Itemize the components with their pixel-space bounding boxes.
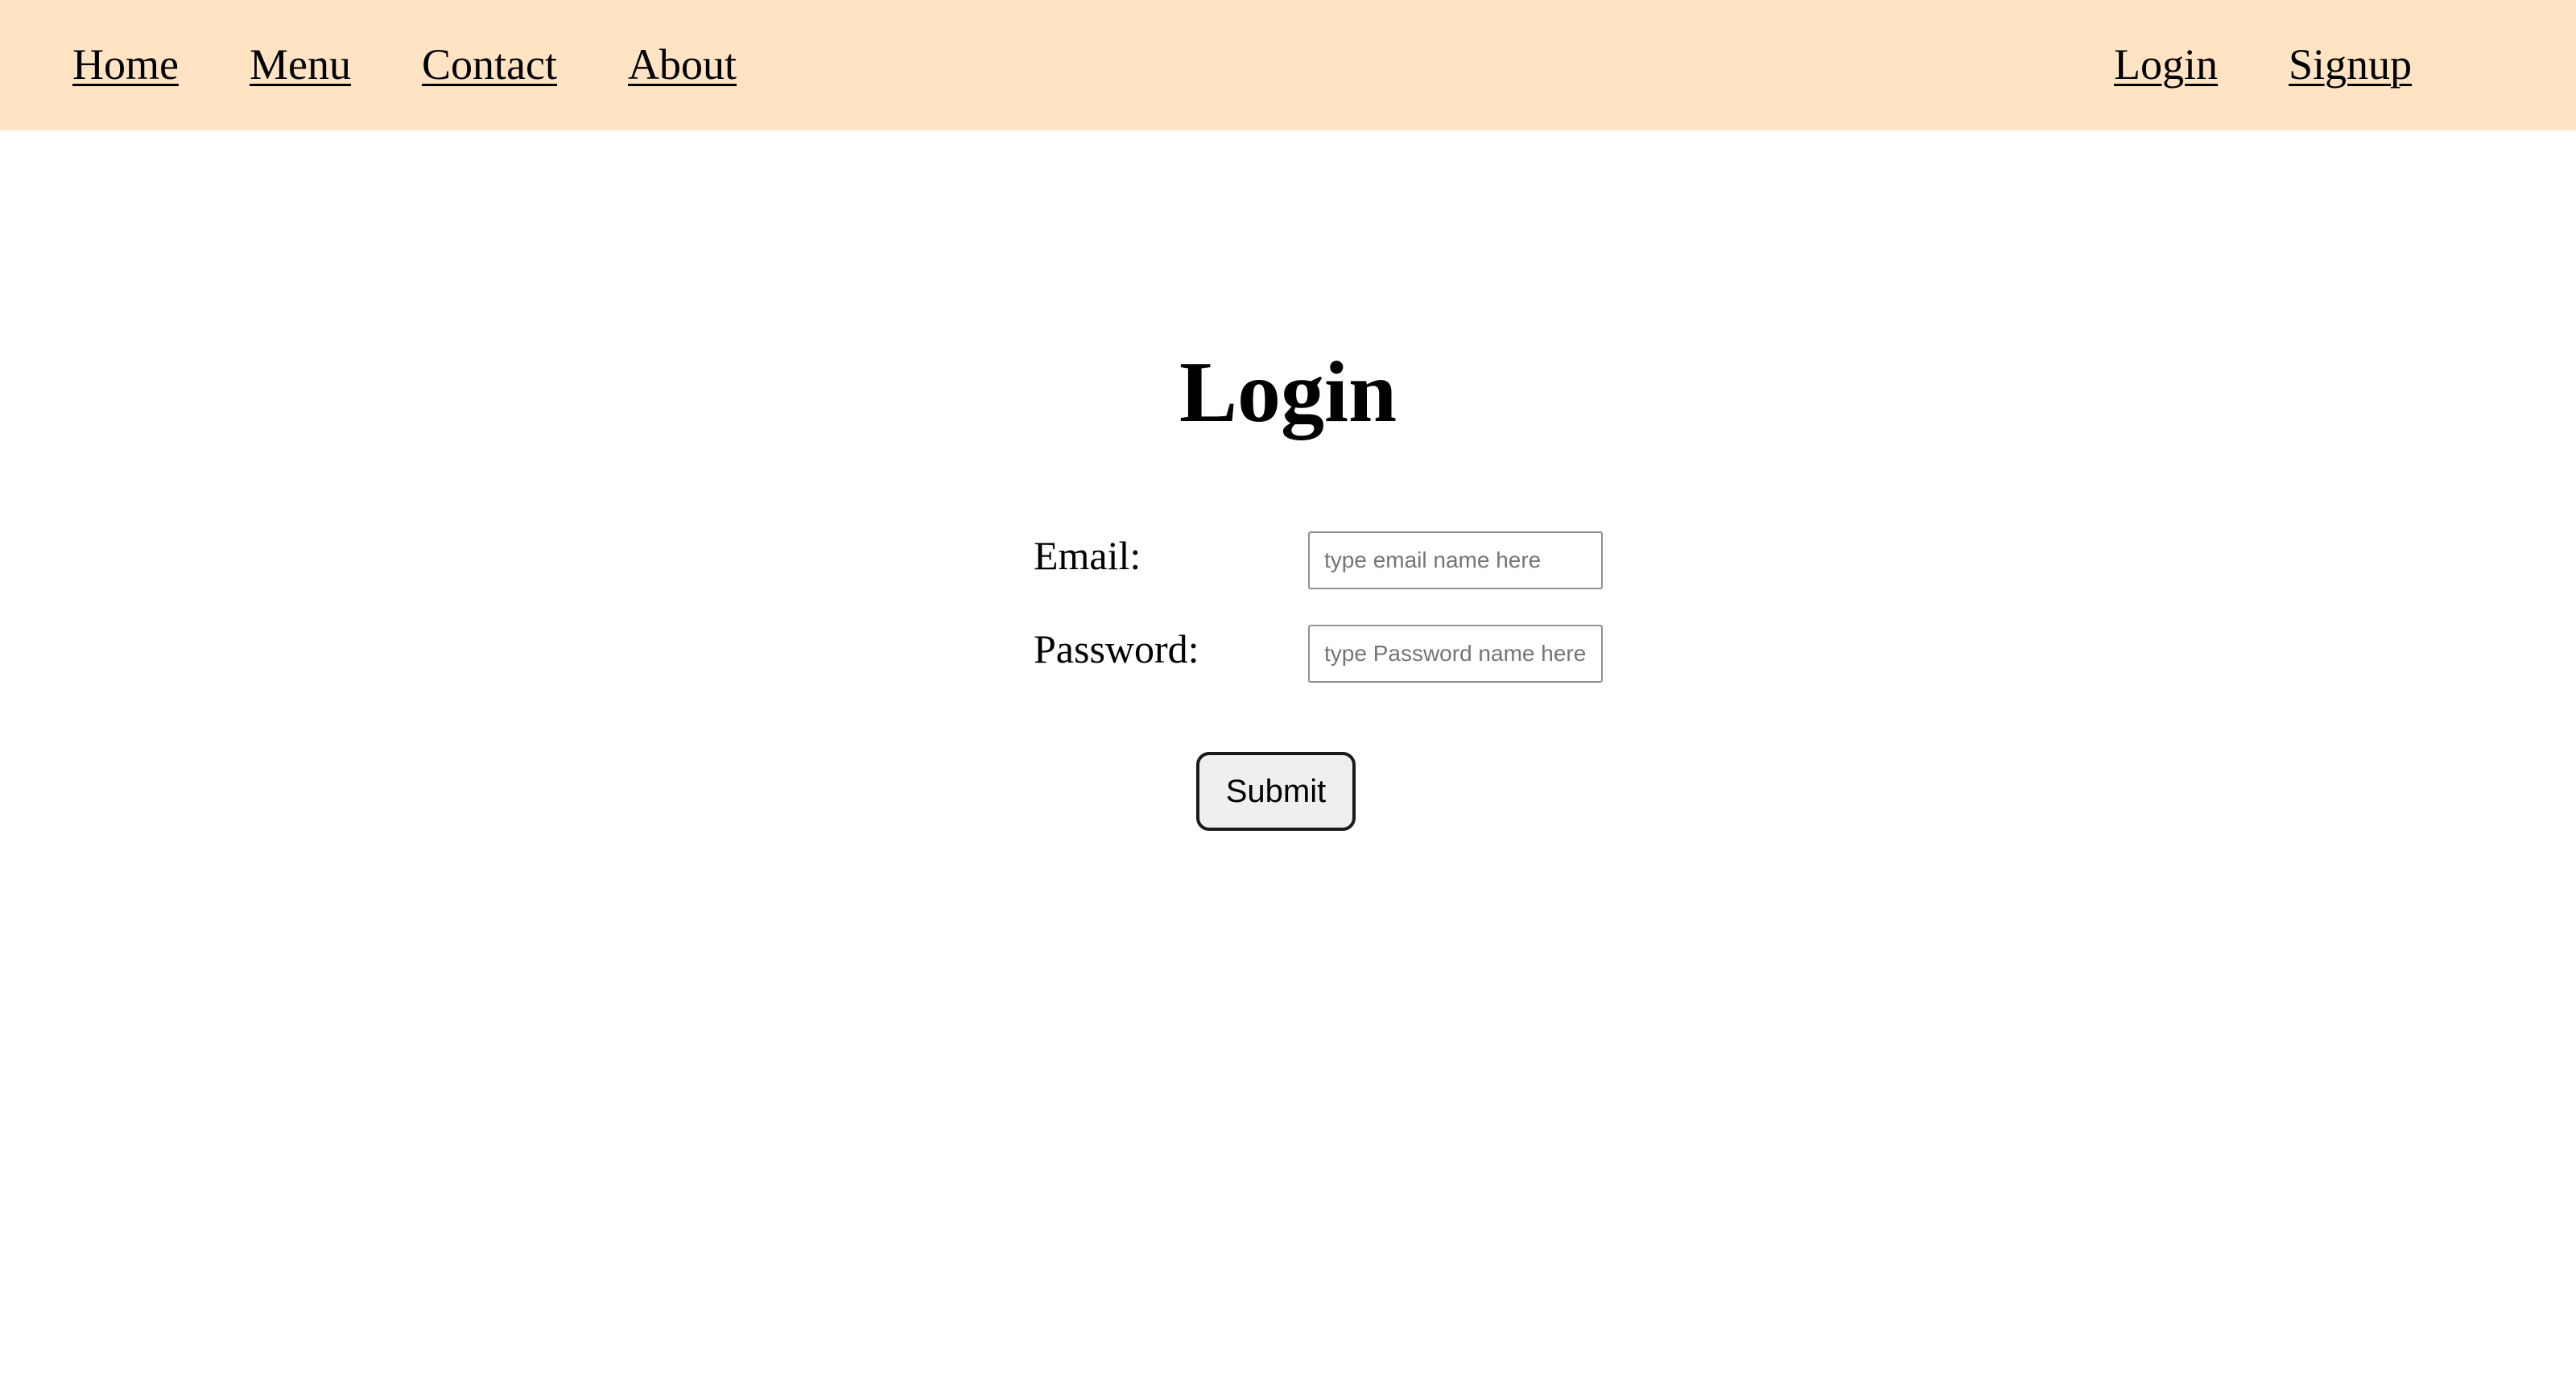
nav-link-menu[interactable]: Menu <box>250 35 351 93</box>
nav-link-signup[interactable]: Signup <box>2289 35 2412 93</box>
page-title: Login <box>1179 345 1397 440</box>
email-field[interactable] <box>1308 531 1603 589</box>
password-label: Password: <box>1034 626 1199 671</box>
password-field[interactable] <box>1308 625 1603 683</box>
submit-button[interactable]: Submit <box>1196 752 1356 831</box>
top-navbar: Home Menu Contact About Login Signup <box>0 0 2576 130</box>
nav-link-login[interactable]: Login <box>2114 35 2218 93</box>
email-label: Email: <box>1034 533 1141 578</box>
nav-link-about[interactable]: About <box>628 35 737 93</box>
nav-link-contact[interactable]: Contact <box>422 35 557 93</box>
nav-link-home[interactable]: Home <box>72 35 179 93</box>
